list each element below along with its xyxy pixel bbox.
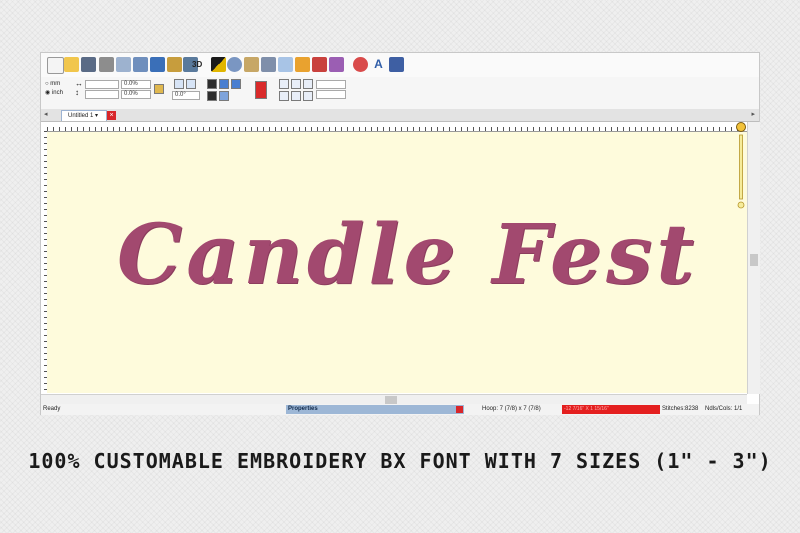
pattern-icon[interactable]: [329, 57, 344, 72]
open-icon[interactable]: [64, 57, 79, 72]
unit-inch-label: inch: [51, 90, 63, 96]
thread-icon[interactable]: [312, 57, 327, 72]
align-left-icon[interactable]: [207, 91, 217, 101]
promo-caption: 100% CUSTOMABLE EMBROIDERY BX FONT WITH …: [28, 449, 772, 473]
height-field[interactable]: [85, 90, 119, 99]
center-h-icon[interactable]: [291, 79, 301, 89]
print-preview-icon[interactable]: [116, 57, 131, 72]
help-icon[interactable]: [255, 81, 267, 99]
measure-icon[interactable]: [244, 57, 259, 72]
close-properties-icon[interactable]: [456, 406, 463, 413]
width-arrows-icon: ↔: [75, 79, 83, 88]
unit-mm-radio[interactable]: ○ mm: [45, 80, 60, 88]
vertical-scroll-thumb[interactable]: [750, 254, 758, 266]
hoop-icon[interactable]: [295, 57, 310, 72]
horizontal-scroll-thumb[interactable]: [385, 396, 397, 404]
copy-icon[interactable]: [150, 57, 165, 72]
status-bar: Ready Properties Hoop: 7 (7/8) x 7 (7/8)…: [41, 404, 759, 415]
rotation-field[interactable]: 0.0°: [172, 91, 200, 100]
center-v-icon[interactable]: [291, 91, 301, 101]
stitch-count: Stitches:8238: [662, 406, 699, 412]
unit-inch-radio[interactable]: ◉ inch: [45, 89, 63, 97]
wizard-icon[interactable]: [353, 57, 368, 72]
properties-label: Properties: [288, 406, 318, 412]
save-icon[interactable]: [81, 57, 96, 72]
zoom-icon[interactable]: [227, 57, 242, 72]
align-center-icon[interactable]: [219, 79, 229, 89]
close-tab-icon[interactable]: ×: [107, 111, 116, 120]
height-arrows-icon: ↕: [75, 88, 79, 97]
color-icon[interactable]: [211, 57, 226, 72]
cut-icon[interactable]: [133, 57, 148, 72]
export-icon[interactable]: [389, 57, 404, 72]
app-window: 3D A ○ mm ◉ inch ↔ ↕ 0.0% 0.0% 0.0° ◂ Un…: [40, 52, 760, 415]
properties-panel-header[interactable]: Properties: [286, 405, 464, 414]
height-percent-field[interactable]: 0.0%: [121, 90, 151, 99]
zoom-handle-icon[interactable]: [736, 122, 746, 132]
needles-colors: Ndls/Cols: 1/1: [705, 406, 743, 412]
position-x-field[interactable]: [316, 80, 346, 89]
design-canvas[interactable]: Candle Fest: [47, 132, 747, 393]
select-icon[interactable]: [278, 57, 293, 72]
hoop-size: Hoop: 7 (7/8) x 7 (7/8): [482, 406, 541, 412]
main-toolbar: 3D A: [41, 53, 759, 78]
paste-icon[interactable]: [167, 57, 182, 72]
lock-ratio-icon[interactable]: [154, 84, 164, 94]
tab-scroll-right-icon[interactable]: ▸: [751, 109, 755, 121]
status-ready: Ready: [43, 406, 61, 412]
transform-toolbar: ○ mm ◉ inch ↔ ↕ 0.0% 0.0% 0.0°: [41, 77, 759, 110]
print-icon[interactable]: [99, 57, 114, 72]
width-percent-field[interactable]: 0.0%: [121, 80, 151, 89]
embroidery-design-text[interactable]: Candle Fest: [117, 207, 698, 303]
vertical-scrollbar[interactable]: [736, 122, 760, 394]
horizontal-ruler: [47, 122, 749, 132]
move-down-icon[interactable]: [303, 91, 313, 101]
tab-untitled-1[interactable]: Untitled 1 ▾: [61, 110, 107, 121]
tab-scroll-left-icon[interactable]: ◂: [44, 109, 48, 121]
document-tabbar: ◂ Untitled 1 ▾ × ▸: [41, 109, 759, 122]
align-middle-icon[interactable]: [231, 79, 241, 89]
cursor-coordinates: -12 7/16" X 1 15/16": [562, 405, 660, 414]
rotate-right-icon[interactable]: [186, 79, 196, 89]
new-icon[interactable]: [47, 57, 64, 74]
position-y-field[interactable]: [316, 90, 346, 99]
3d-view-icon[interactable]: 3D: [192, 58, 206, 71]
align-top-icon[interactable]: [207, 79, 217, 89]
rotate-left-icon[interactable]: [174, 79, 184, 89]
stitch-player-icon[interactable]: [261, 57, 276, 72]
align-right-icon[interactable]: [219, 91, 229, 101]
zoom-slider[interactable]: [735, 121, 747, 216]
text-tool-icon[interactable]: A: [371, 57, 386, 72]
unit-mm-label: mm: [50, 81, 61, 87]
move-left-icon[interactable]: [279, 79, 289, 89]
width-field[interactable]: [85, 80, 119, 89]
move-up-icon[interactable]: [279, 91, 289, 101]
move-right-icon[interactable]: [303, 79, 313, 89]
